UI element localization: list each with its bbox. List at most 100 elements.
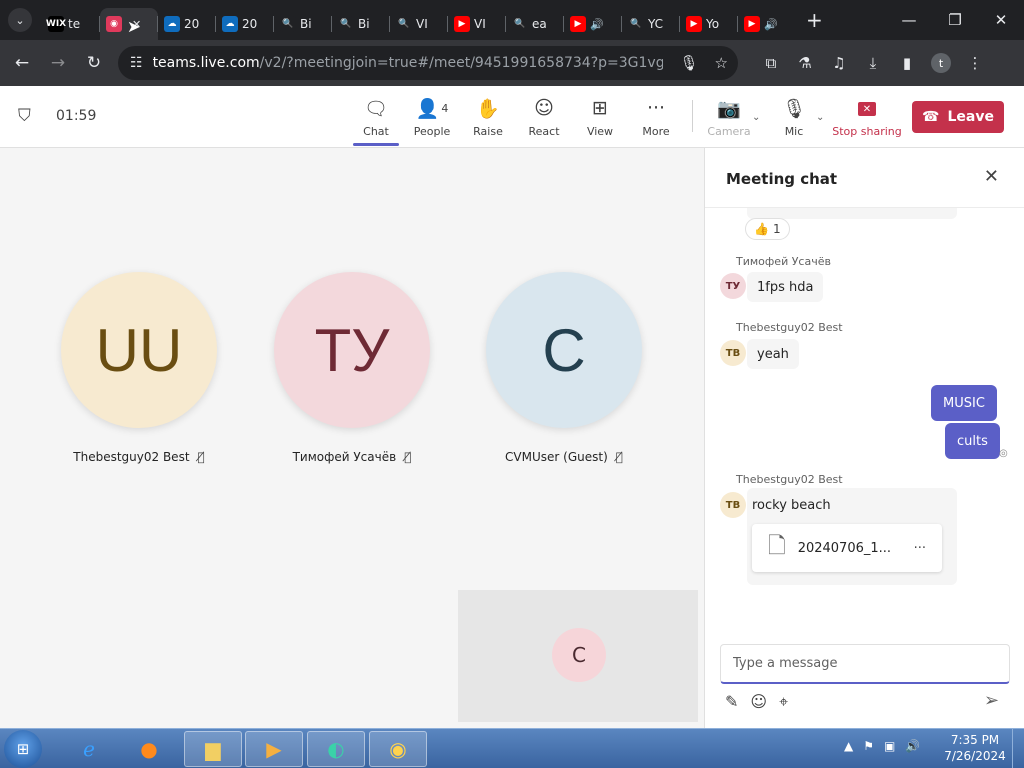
- shield-icon[interactable]: ⛉: [18, 106, 31, 126]
- sticker-icon[interactable]: ⌖: [779, 692, 788, 712]
- more-button[interactable]: ··· More: [630, 96, 682, 138]
- extensions-icon[interactable]: ⧉: [754, 46, 788, 80]
- emoji-icon[interactable]: ☺: [750, 692, 767, 712]
- raise-hand-button[interactable]: ✋ Raise: [462, 96, 514, 139]
- browser-tab[interactable]: ▶ 🔊: [737, 8, 796, 40]
- browser-tab[interactable]: ▶ Yo: [679, 8, 738, 40]
- browser-tab[interactable]: ☁ 20: [157, 8, 216, 40]
- more-dots-icon: ···: [646, 97, 666, 119]
- chat-button[interactable]: 🗨 Chat: [350, 96, 402, 146]
- browser-tab[interactable]: ▶ VI: [447, 8, 506, 40]
- bookmark-star-icon[interactable]: ☆: [715, 54, 728, 72]
- browser-tab[interactable]: ▶ 🔊: [563, 8, 622, 40]
- ie-icon: ℯ: [83, 737, 95, 761]
- forward-button[interactable]: →: [40, 45, 76, 81]
- reload-button[interactable]: ↻: [76, 45, 112, 81]
- volume-icon[interactable]: 🔊: [905, 739, 920, 753]
- leave-button[interactable]: ☎ Leave: [912, 101, 1004, 133]
- firefox-icon: ●: [140, 737, 158, 761]
- taskbar-firefox[interactable]: ●: [120, 731, 178, 767]
- grid-icon: ⊞: [592, 97, 608, 119]
- tab-favicon-icon: ▶: [570, 16, 586, 32]
- close-window-icon[interactable]: ✕: [978, 0, 1024, 40]
- mic-options-chevron-icon[interactable]: ⌄: [816, 112, 824, 123]
- browser-tab[interactable]: 🔍 Bi: [273, 8, 332, 40]
- tab-favicon-icon: ◉: [106, 16, 122, 32]
- compose-box[interactable]: [720, 644, 1010, 684]
- tab-list: WIX te ◉ ✕ ☁ 20 ☁ 20 🔍 Bi 🔍 Bi 🔍 VI ▶ VI 🔍 ea ▶ 🔊 🔍 YC ▶ Yo ▶ 🔊: [42, 0, 796, 40]
- taskbar-clock[interactable]: 7:35 PM 7/26/2024: [944, 732, 1006, 764]
- browser-tab[interactable]: 🔍 YC: [621, 8, 680, 40]
- reaction-badge[interactable]: 👍 1: [745, 218, 790, 240]
- media-player-icon: ▶: [266, 737, 282, 761]
- more-options-icon[interactable]: ···: [914, 541, 926, 556]
- read-receipt-icon: ◎: [999, 448, 1008, 459]
- downloads-icon[interactable]: ⤓: [856, 46, 890, 80]
- tab-search-button[interactable]: ⌄: [8, 8, 32, 32]
- participant-tile[interactable]: UU Thebestguy02 Best 🎙̸: [39, 272, 239, 464]
- view-button[interactable]: ⊞ View: [574, 96, 626, 138]
- mic-muted-icon: 🎙̸: [404, 450, 412, 464]
- browser-menu-icon[interactable]: ⋮: [958, 46, 992, 80]
- voice-search-icon[interactable]: 🎙: [680, 54, 699, 72]
- chat-message[interactable]: rocky beach 🗋 20240706_1... ···: [747, 488, 957, 585]
- windows-logo-icon: ⊞: [16, 740, 30, 758]
- tab-title: Yo: [706, 17, 720, 31]
- browser-tab[interactable]: 🔍 VI: [389, 8, 448, 40]
- close-icon[interactable]: ✕: [984, 166, 999, 187]
- restore-icon[interactable]: ❐: [932, 0, 978, 40]
- tab-audio-icon[interactable]: 🔊: [764, 18, 778, 31]
- new-tab-button[interactable]: +: [806, 8, 823, 32]
- minimize-icon[interactable]: —: [886, 0, 932, 40]
- chat-message-list[interactable]: 👍 1 Тимофей Усачёв ТУ 1fps hda Thebestgu…: [705, 208, 1024, 643]
- avatar: TB: [720, 492, 746, 518]
- browser-tab[interactable]: WIX te: [42, 8, 100, 40]
- message-input[interactable]: [733, 656, 993, 671]
- participant-tile[interactable]: ТУ Тимофей Усачёв 🎙̸: [252, 272, 452, 464]
- tab-favicon-icon: WIX: [46, 16, 66, 32]
- labs-icon[interactable]: ⚗: [788, 46, 822, 80]
- tab-audio-icon[interactable]: 🔊: [590, 18, 604, 31]
- react-button[interactable]: ☺ React: [518, 96, 570, 138]
- people-button[interactable]: 👤 4 People: [406, 96, 458, 139]
- mic-button[interactable]: 🎙 Mic: [768, 96, 820, 139]
- flag-icon[interactable]: ⚑: [863, 739, 874, 753]
- stop-sharing-button[interactable]: ✕ Stop sharing: [832, 96, 902, 138]
- side-panel-icon[interactable]: ▮: [890, 46, 924, 80]
- media-controls-icon[interactable]: ♫: [822, 46, 856, 80]
- format-icon[interactable]: ✎: [725, 692, 738, 712]
- tab-title: VI: [474, 17, 486, 31]
- browser-tab[interactable]: 🔍 Bi: [331, 8, 390, 40]
- file-attachment[interactable]: 🗋 20240706_1... ···: [752, 524, 942, 572]
- taskbar-internet-explorer[interactable]: ℯ: [60, 731, 118, 767]
- chat-title: Meeting chat: [726, 170, 838, 188]
- chat-message[interactable]: yeah: [747, 339, 799, 369]
- browser-tab[interactable]: ☁ 20: [215, 8, 274, 40]
- camera-options-chevron-icon[interactable]: ⌄: [752, 112, 760, 123]
- chat-message[interactable]: 1fps hda: [747, 272, 824, 302]
- microphone-icon: 🎙: [781, 97, 807, 120]
- my-chat-message[interactable]: MUSIC: [931, 385, 997, 421]
- back-button[interactable]: ←: [4, 45, 40, 81]
- taskbar-chrome[interactable]: ◉: [369, 731, 427, 767]
- url-text: teams.live.com/v2/?meetingjoin=true#/mee…: [152, 55, 663, 71]
- browser-tab[interactable]: 🔍 ea: [505, 8, 564, 40]
- profile-button[interactable]: t: [924, 46, 958, 80]
- participant-tile[interactable]: C CVMUser (Guest) 🎙̸: [464, 272, 664, 464]
- tray-expand-icon[interactable]: ▲: [844, 739, 853, 753]
- meeting-timer: 01:59: [56, 108, 97, 124]
- self-view-tile[interactable]: C: [458, 590, 698, 722]
- camera-button[interactable]: 📷 Camera: [703, 96, 755, 139]
- taskbar-explorer[interactable]: ▆: [184, 731, 242, 767]
- start-button[interactable]: ⊞: [4, 730, 42, 768]
- show-desktop-button[interactable]: [1012, 729, 1024, 768]
- network-icon[interactable]: ▣: [884, 739, 895, 753]
- participant-avatar: C: [486, 272, 642, 428]
- site-info-icon[interactable]: ☷: [130, 55, 143, 71]
- taskbar-edge[interactable]: ◐: [307, 731, 365, 767]
- tab-title: te: [68, 17, 81, 31]
- taskbar-media-player[interactable]: ▶: [245, 731, 303, 767]
- send-icon[interactable]: ➢: [984, 690, 999, 711]
- address-bar[interactable]: ☷ teams.live.com/v2/?meetingjoin=true#/m…: [118, 46, 738, 80]
- my-chat-message[interactable]: cults: [945, 423, 1000, 459]
